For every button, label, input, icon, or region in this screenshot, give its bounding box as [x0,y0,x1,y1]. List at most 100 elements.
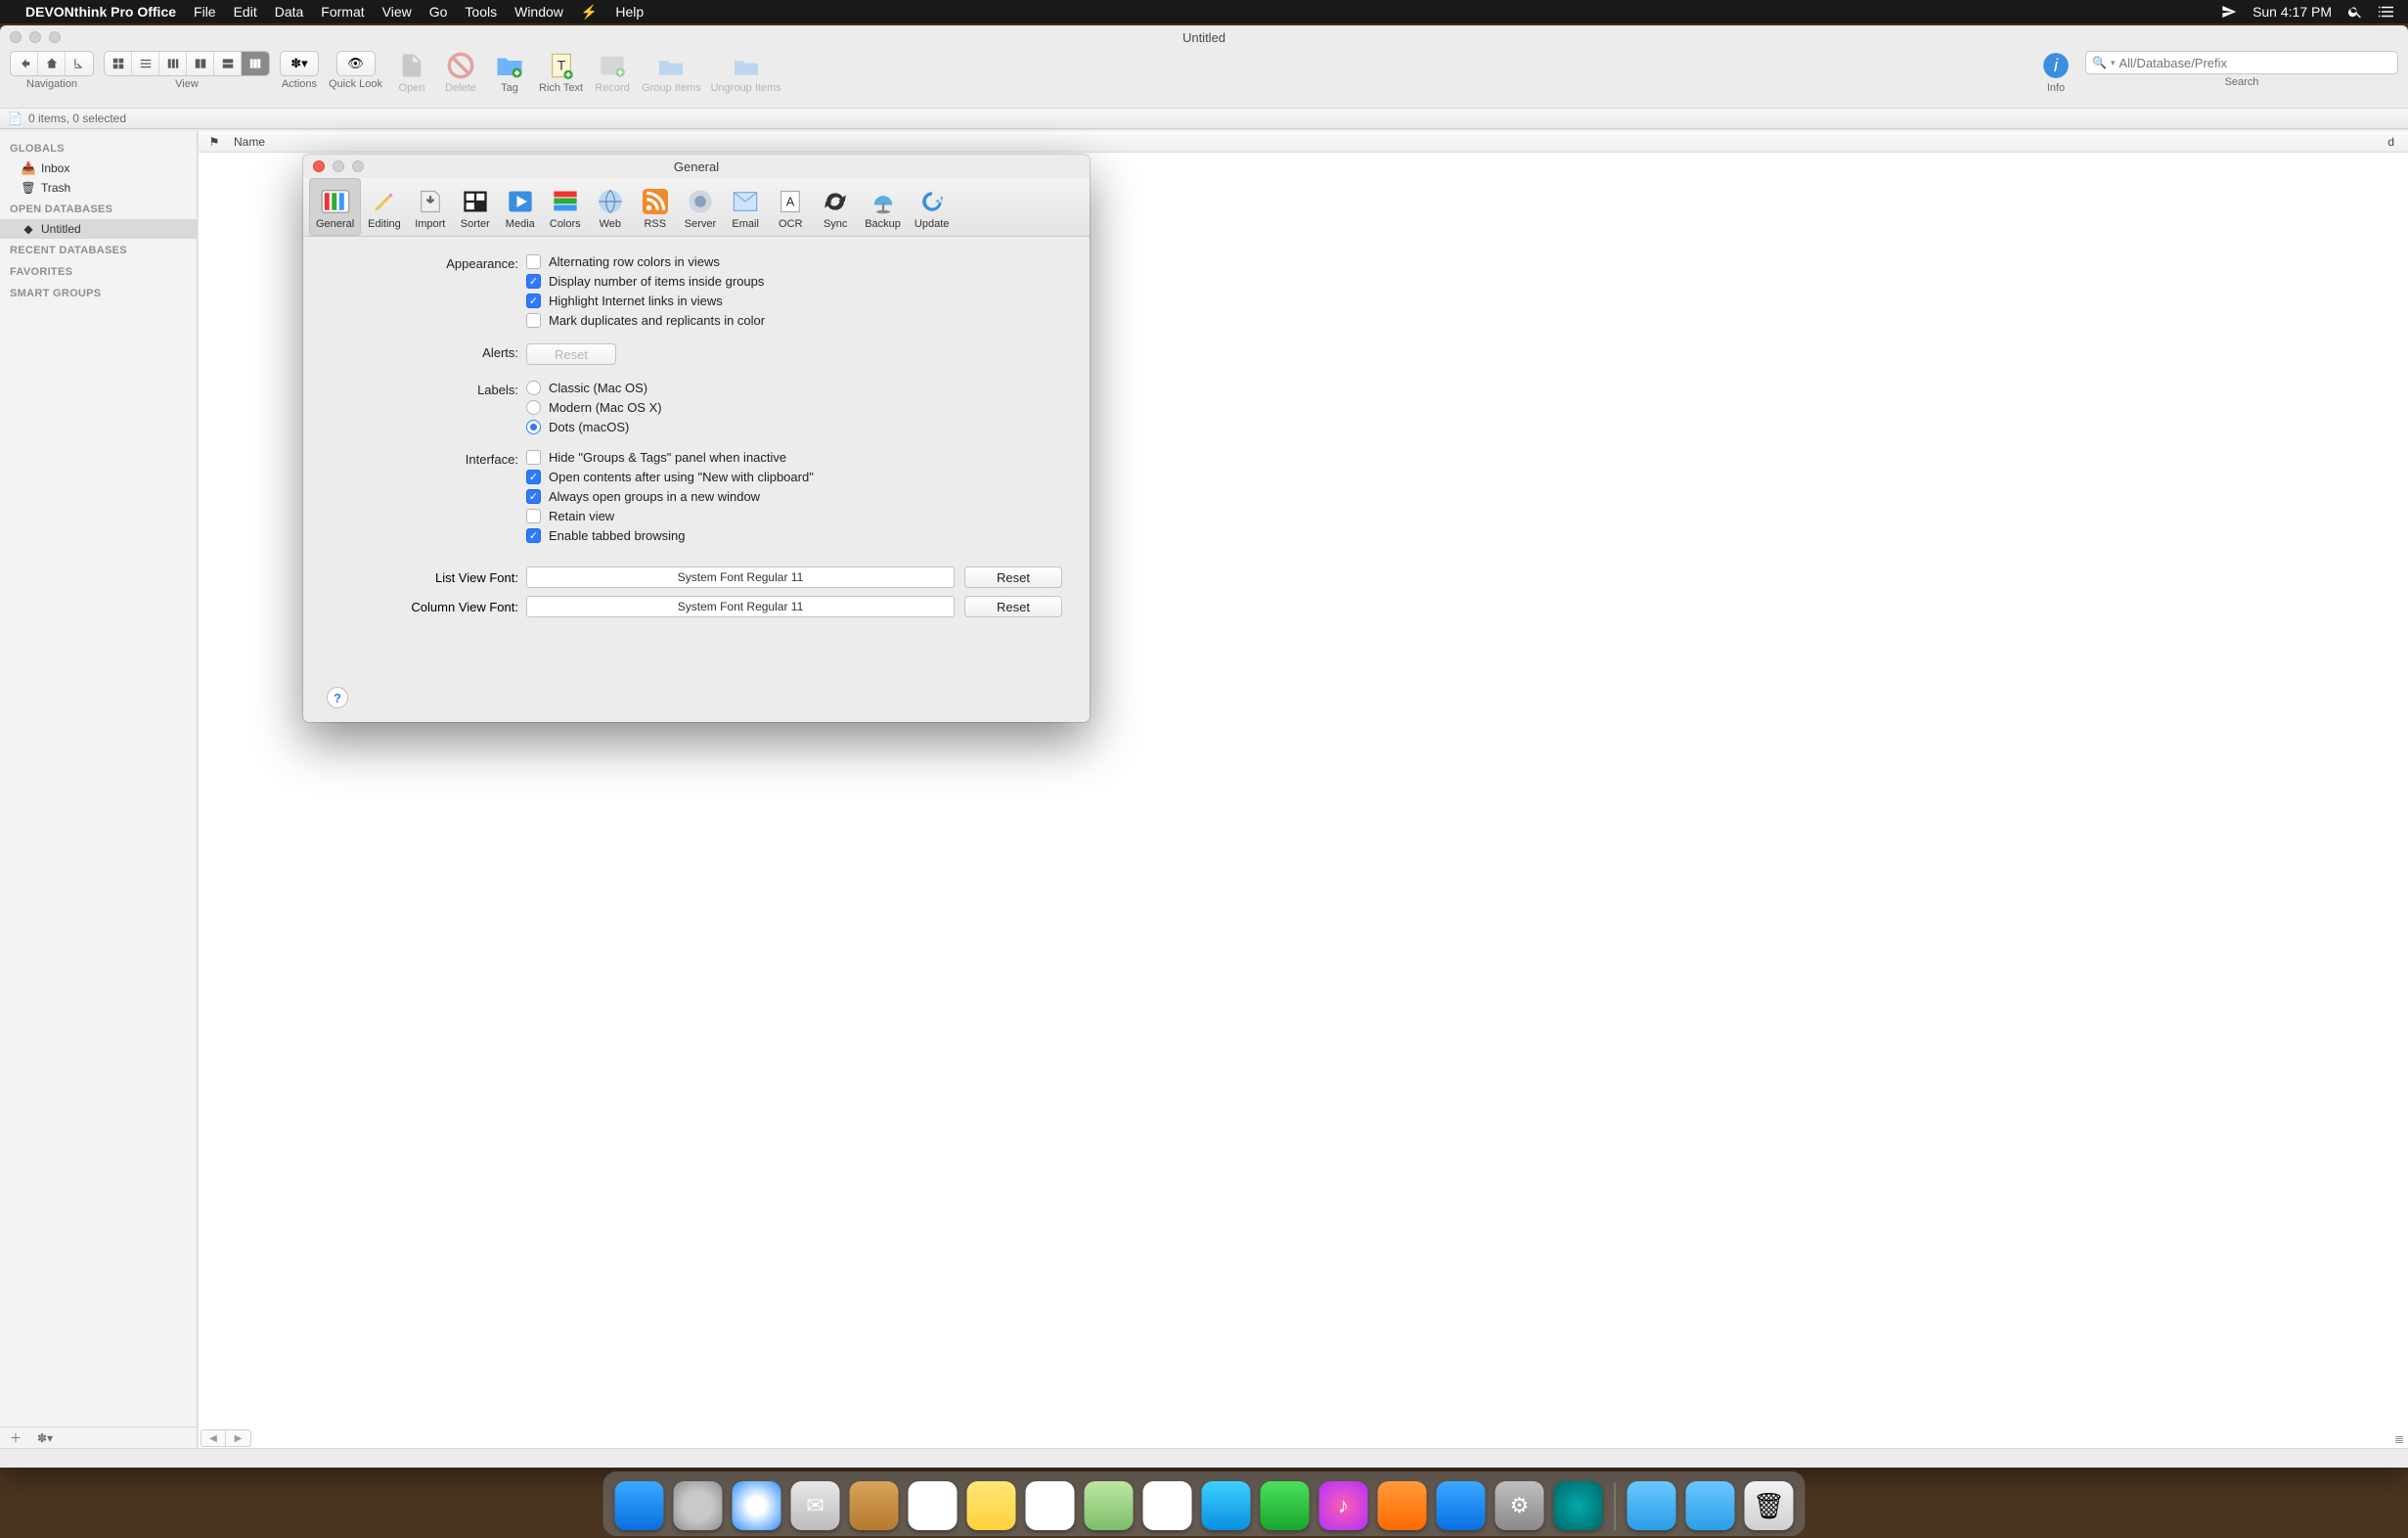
chk-altrows[interactable]: Alternating row colors in views [526,254,1062,269]
dock-app-reminders[interactable] [1026,1481,1075,1530]
rad-modern[interactable]: Modern (Mac OS X) [526,400,1062,415]
tag-folder-icon[interactable] [490,51,529,80]
chk-itemcount[interactable]: ✓Display number of items inside groups [526,274,1062,289]
pref-tab-ocr[interactable]: A OCR [768,178,813,236]
pref-tab-backup[interactable]: Backup [858,178,908,236]
column-font-field[interactable]: System Font Regular 11 [526,596,955,617]
pref-tab-update[interactable]: Update [908,178,956,236]
view-threeup-icon[interactable] [242,52,269,75]
pref-tab-sync[interactable]: Sync [813,178,858,236]
nav-up-icon[interactable] [66,52,93,75]
pref-window-title: General [303,159,1090,174]
alerts-reset-button[interactable]: Reset [526,343,616,365]
nav-home-icon[interactable] [38,52,66,75]
column-font-reset-button[interactable]: Reset [964,596,1062,617]
view-icons-icon[interactable] [105,52,132,75]
dock-app-photos[interactable] [1143,1481,1192,1530]
nav-back-icon[interactable] [11,52,38,75]
sidebar-add-button[interactable]: ＋ [6,1429,25,1446]
dock-folder-applications[interactable] [1628,1481,1676,1530]
chk-tabbed-browsing[interactable]: ✓Enable tabbed browsing [526,528,1062,543]
list-font-field[interactable]: System Font Regular 11 [526,566,955,588]
dock-app-contacts[interactable] [850,1481,899,1530]
dock-app-system-prefs[interactable]: ⚙︎ [1495,1481,1544,1530]
list-font-reset-button[interactable]: Reset [964,566,1062,588]
menu-format[interactable]: Format [321,4,364,20]
info-icon[interactable]: i [2036,51,2075,80]
menu-tools[interactable]: Tools [465,4,497,20]
help-button[interactable]: ? [327,687,348,708]
flag-column-icon[interactable]: ⚑ [206,135,222,149]
dock-app-mail[interactable]: ✉︎ [791,1481,840,1530]
kind-column-header[interactable]: d [2341,135,2400,149]
chk-mark-dupes[interactable]: Mark duplicates and replicants in color [526,313,1062,328]
chk-open-new-window[interactable]: ✓Always open groups in a new window [526,489,1062,504]
pref-tab-import[interactable]: Import [408,178,453,236]
richtext-icon[interactable]: T [542,51,581,80]
menu-scripts-icon[interactable]: ⚡ [581,4,598,21]
pref-tab-email[interactable]: Email [723,178,768,236]
dock-trash[interactable]: 🗑 [1745,1481,1794,1530]
menubar-list-icon[interactable] [2379,5,2396,19]
chk-open-after-clipboard[interactable]: ✓Open contents after using "New with cli… [526,470,1062,484]
pref-tab-sorter[interactable]: Sorter [453,178,498,236]
content-column-header[interactable]: ⚑ Name d [199,131,2408,153]
sidebar-item-inbox[interactable]: 📥 Inbox [0,158,197,178]
name-column-header[interactable]: Name [234,135,2330,149]
search-scope-chevron-icon[interactable]: ▾ [2111,58,2116,68]
sidebar-item-trash[interactable]: 🗑 Trash [0,178,197,198]
menu-data[interactable]: Data [275,4,304,20]
dock-app-messages[interactable] [1202,1481,1251,1530]
search-input[interactable] [2118,56,2391,70]
chk-highlight-links[interactable]: ✓Highlight Internet links in views [526,294,1062,308]
rad-classic[interactable]: Classic (Mac OS) [526,381,1062,395]
preferences-window: General General Editing Import Sorter Me… [303,155,1090,722]
dock-app-calendar[interactable]: 22 [909,1481,958,1530]
pref-tab-editing[interactable]: Editing [361,178,408,236]
menubar-app-name[interactable]: DEVONthink Pro Office [25,4,176,20]
pref-tab-server[interactable]: Server [678,178,723,236]
dock-app-maps[interactable] [1085,1481,1134,1530]
rad-dots[interactable]: Dots (macOS) [526,420,1062,434]
content-back-button[interactable]: ◀ [201,1429,226,1447]
dock-app-notes[interactable] [967,1481,1016,1530]
menu-file[interactable]: File [194,4,216,20]
menu-go[interactable]: Go [429,4,448,20]
pref-tab-web[interactable]: Web [588,178,633,236]
navigation-segments[interactable] [10,51,94,76]
dock-app-ibooks[interactable] [1378,1481,1427,1530]
pref-tab-colors[interactable]: Colors [543,178,588,236]
sidebar-item-untitled-db[interactable]: ◆ Untitled [0,219,197,239]
view-list-icon[interactable] [132,52,159,75]
search-field[interactable]: 🔍 ▾ [2085,51,2398,74]
actions-button[interactable]: ✽▾ [280,51,319,76]
content-forward-button[interactable]: ▶ [226,1429,251,1447]
dock-app-launchpad[interactable] [674,1481,723,1530]
view-split-v-icon[interactable] [214,52,242,75]
menubar-clock[interactable]: Sun 4:17 PM [2252,4,2332,20]
quicklook-button[interactable]: 👁 [336,51,376,76]
pref-tab-media[interactable]: Media [498,178,543,236]
menubar-status-icon[interactable] [2221,4,2237,20]
dock-app-finder[interactable] [615,1481,664,1530]
sidebar-action-button[interactable]: ✽▾ [35,1431,55,1445]
menu-window[interactable]: Window [514,4,563,20]
chk-hide-groups-tags[interactable]: Hide "Groups & Tags" panel when inactive [526,450,1062,465]
menu-view[interactable]: View [382,4,412,20]
view-split-h-icon[interactable] [187,52,214,75]
pref-tab-rss[interactable]: RSS [633,178,678,236]
chk-retain-view[interactable]: Retain view [526,509,1062,523]
spotlight-icon[interactable] [2347,4,2363,20]
dock-app-itunes[interactable]: ♪ [1319,1481,1368,1530]
view-columns-icon[interactable] [159,52,187,75]
dock-app-safari[interactable] [733,1481,781,1530]
dock-folder-downloads[interactable] [1686,1481,1735,1530]
menu-help[interactable]: Help [615,4,644,20]
view-segments[interactable] [104,51,270,76]
dock-app-facetime[interactable] [1261,1481,1310,1530]
pref-tab-general[interactable]: General [309,178,361,236]
menu-edit[interactable]: Edit [234,4,257,20]
content-menu-icon[interactable]: ≣ [2394,1432,2404,1446]
dock-app-app-store[interactable] [1437,1481,1486,1530]
dock-app-devonthink[interactable] [1554,1481,1603,1530]
